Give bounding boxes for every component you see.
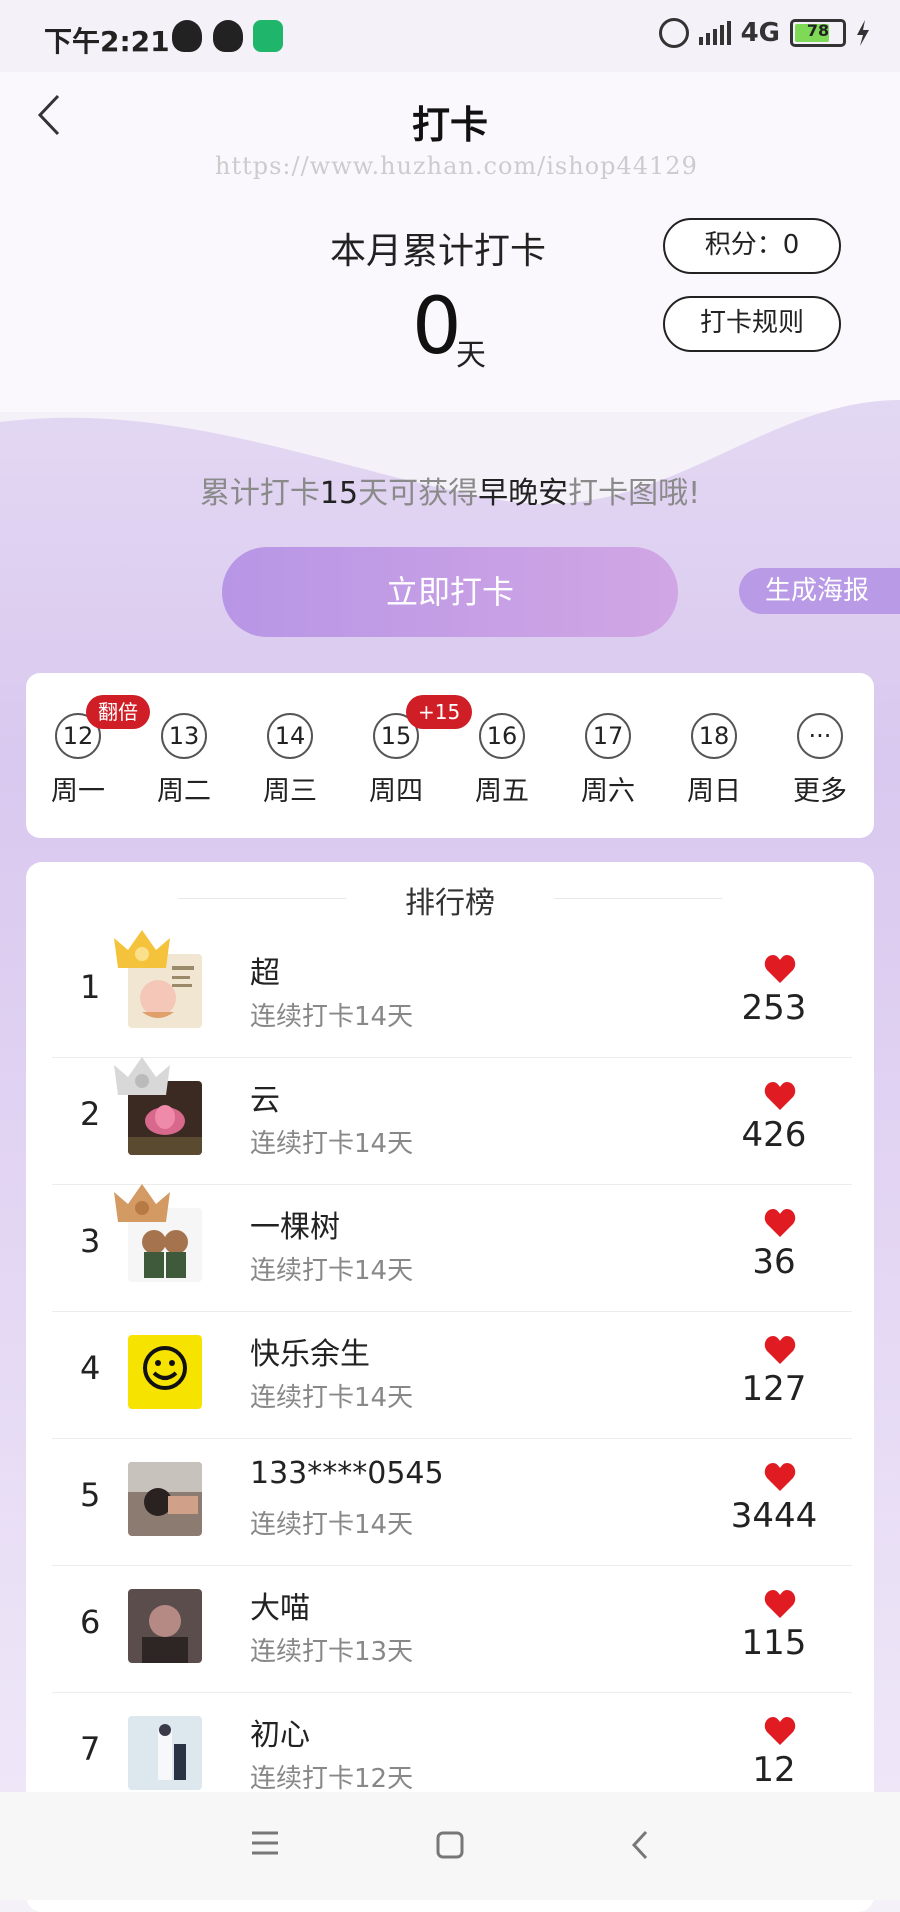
- rank-number: 1: [80, 968, 101, 1006]
- day-number: 18: [691, 713, 737, 759]
- streak-text: 连续打卡12天: [250, 1764, 414, 1794]
- user-name: 初心: [250, 1718, 310, 1753]
- rules-button[interactable]: 打卡规则: [663, 296, 841, 352]
- day-label: 周三: [263, 776, 317, 807]
- day-label: 周五: [475, 776, 529, 807]
- bonus-badge: +15: [406, 695, 473, 729]
- heart-icon[interactable]: [764, 1081, 796, 1111]
- signal-icon: [698, 21, 731, 45]
- heart-icon[interactable]: [764, 1208, 796, 1238]
- silver-crown-icon: [114, 1057, 170, 1095]
- user-name: 一棵树: [250, 1210, 340, 1245]
- day-number: 16: [479, 713, 525, 759]
- gold-crown-icon: [114, 930, 170, 968]
- rank-number: 7: [80, 1730, 101, 1768]
- day-label: 周日: [687, 776, 741, 807]
- status-time: 下午2:21: [44, 25, 170, 58]
- day-number: 13: [161, 713, 207, 759]
- heart-icon[interactable]: [764, 1716, 796, 1746]
- page-title: 打卡: [411, 103, 488, 147]
- streak-text: 连续打卡14天: [250, 1383, 414, 1413]
- avatar: [128, 1716, 202, 1790]
- rank-number: 2: [80, 1095, 101, 1133]
- network-type: 4G: [740, 18, 780, 48]
- ranking-row[interactable]: 5 133****0545 连续打卡14天 3444: [52, 1438, 852, 1566]
- status-bar: 下午2:21 4G 78: [0, 0, 900, 72]
- day-item[interactable]: 17 周六: [568, 713, 648, 808]
- day-item[interactable]: 18 周日: [674, 713, 754, 808]
- user-name: 快乐余生: [250, 1337, 370, 1372]
- month-total-unit: 天: [456, 338, 486, 373]
- day-label: 周六: [581, 776, 635, 807]
- ranking-row[interactable]: 4 快乐余生 连续打卡14天 127: [52, 1311, 852, 1439]
- double-badge: 翻倍: [86, 695, 150, 729]
- day-label: 更多: [793, 776, 847, 807]
- charging-icon: [857, 20, 869, 46]
- streak-text: 连续打卡14天: [250, 1129, 414, 1159]
- menu-icon[interactable]: [250, 1830, 280, 1856]
- more-icon: ···: [797, 713, 843, 759]
- ranking-row[interactable]: 1 超 连续打卡14天 253: [52, 930, 852, 1058]
- day-label: 周四: [369, 776, 423, 807]
- month-total-title: 本月累计打卡: [330, 231, 547, 272]
- like-count: 12: [752, 1750, 796, 1790]
- like-count: 115: [741, 1623, 807, 1663]
- month-total-count: 0: [412, 282, 462, 372]
- user-name: 云: [250, 1083, 280, 1118]
- battery-icon: 78: [790, 19, 846, 47]
- checkin-button[interactable]: 立即打卡: [222, 547, 678, 637]
- watermark: https://www.huzhan.com/ishop44129: [215, 152, 698, 180]
- system-nav-bar: [0, 1792, 900, 1900]
- ranking-row[interactable]: 2 云 连续打卡14天 426: [52, 1057, 852, 1185]
- app-icon: [253, 20, 283, 52]
- user-name: 超: [250, 956, 280, 991]
- streak-text: 连续打卡14天: [250, 1510, 414, 1540]
- day-number: 14: [267, 713, 313, 759]
- avatar: [128, 1589, 202, 1663]
- day-item[interactable]: 14 周三: [250, 713, 330, 808]
- heart-icon[interactable]: [764, 1335, 796, 1365]
- streak-text: 连续打卡13天: [250, 1637, 414, 1667]
- like-count: 36: [752, 1242, 796, 1282]
- user-name: 133****0545: [250, 1456, 444, 1491]
- avatar: [128, 1335, 202, 1409]
- week-calendar: 12 周一 13 周二 14 周三 15 周四 16 周五 17 周六 18 周…: [26, 673, 874, 838]
- user-name: 大喵: [250, 1591, 310, 1626]
- heart-icon[interactable]: [764, 1589, 796, 1619]
- reward-hint: 累计打卡15天可获得早晚安打卡图哦!: [199, 476, 701, 511]
- bronze-crown-icon: [114, 1184, 170, 1222]
- streak-text: 连续打卡14天: [250, 1002, 414, 1032]
- day-label: 周二: [157, 776, 211, 807]
- day-item[interactable]: 16 周五: [462, 713, 542, 808]
- generate-poster-button[interactable]: 生成海报: [739, 568, 900, 614]
- heart-icon[interactable]: [764, 1462, 796, 1492]
- qq-icon: [213, 20, 243, 52]
- ranking-row[interactable]: 3 一棵树 连续打卡14天 36: [52, 1184, 852, 1312]
- ranking-row[interactable]: 6 大喵 连续打卡13天 115: [52, 1565, 852, 1693]
- avatar: [128, 1462, 202, 1536]
- rank-number: 5: [80, 1476, 101, 1514]
- streak-text: 连续打卡14天: [250, 1256, 414, 1286]
- like-count: 426: [741, 1115, 807, 1155]
- nav-bar: 打卡 https://www.huzhan.com/ishop44129: [0, 72, 900, 180]
- like-count: 253: [741, 988, 807, 1028]
- more-days-button[interactable]: ··· 更多: [780, 713, 860, 808]
- battery-percent: 78: [806, 21, 830, 40]
- qq-icon: [172, 20, 202, 52]
- day-item[interactable]: 13 周二: [144, 713, 224, 808]
- points-button[interactable]: 积分：0: [663, 218, 841, 274]
- rank-number: 3: [80, 1222, 101, 1260]
- home-icon[interactable]: [435, 1830, 465, 1860]
- day-number: 17: [585, 713, 631, 759]
- rank-number: 6: [80, 1603, 101, 1641]
- day-label: 周一: [51, 776, 105, 807]
- heart-icon[interactable]: [764, 954, 796, 984]
- like-count: 3444: [730, 1496, 818, 1536]
- like-count: 127: [741, 1369, 807, 1409]
- ranking-title: 排行榜: [405, 886, 495, 921]
- back-nav-icon[interactable]: [630, 1830, 650, 1860]
- rank-number: 4: [80, 1349, 101, 1387]
- alarm-icon: [658, 18, 689, 48]
